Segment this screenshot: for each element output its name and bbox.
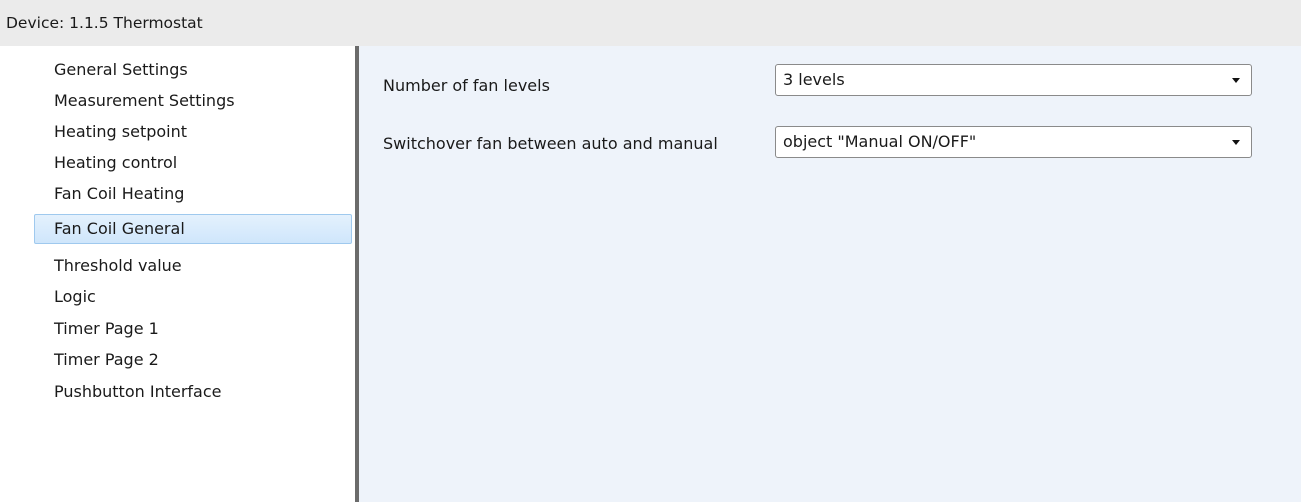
sidebar-item-pushbutton-interface[interactable]: Pushbutton Interface [34,377,352,407]
fan-levels-dropdown[interactable]: 3 levels [775,64,1252,96]
sidebar-item-timer-page-1[interactable]: Timer Page 1 [34,314,352,344]
chevron-down-icon [1232,140,1240,145]
parameter-panel: Number of fan levels 3 levels Switchover… [359,46,1301,502]
title-bar: Device: 1.1.5 Thermostat [0,0,1301,46]
fan-levels-value: 3 levels [783,70,845,89]
sidebar-item-measurement-settings[interactable]: Measurement Settings [34,86,352,116]
sidebar-item-general-settings[interactable]: General Settings [34,55,352,85]
sidebar-item-timer-page-2[interactable]: Timer Page 2 [34,345,352,375]
sidebar-item-heating-setpoint[interactable]: Heating setpoint [34,117,352,147]
sidebar-item-fan-coil-heating[interactable]: Fan Coil Heating [34,179,352,209]
title-bar-background-right [360,0,1301,46]
sidebar-item-threshold-value[interactable]: Threshold value [34,251,352,281]
switchover-value: object "Manual ON/OFF" [783,132,977,151]
chevron-down-icon [1232,78,1240,83]
parameter-sidebar: General Settings Measurement Settings He… [0,46,355,502]
sidebar-item-heating-control[interactable]: Heating control [34,148,352,178]
sidebar-item-logic[interactable]: Logic [34,282,352,312]
window-title: Device: 1.1.5 Thermostat [6,14,203,32]
switchover-dropdown[interactable]: object "Manual ON/OFF" [775,126,1252,158]
switchover-label: Switchover fan between auto and manual [383,134,718,153]
fan-levels-label: Number of fan levels [383,76,550,95]
sidebar-item-fan-coil-general[interactable]: Fan Coil General [34,214,352,244]
